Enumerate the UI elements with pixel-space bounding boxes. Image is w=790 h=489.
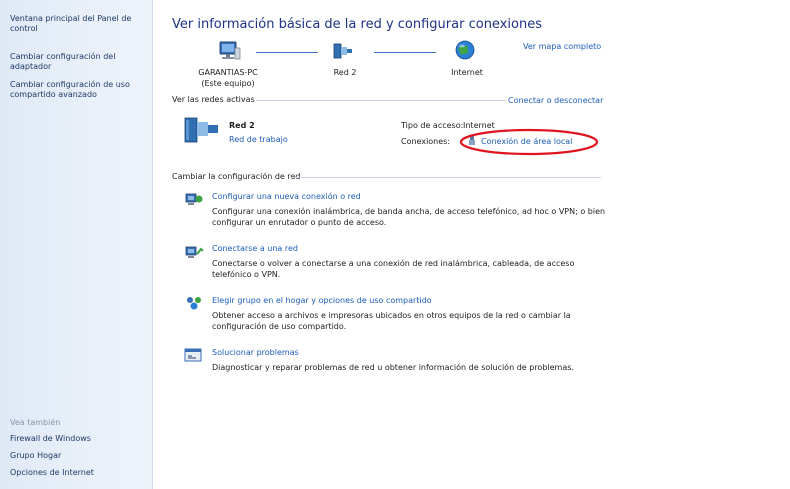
homegroup-sharing-link[interactable]: Elegir grupo en el hogar y opciones de u…: [212, 296, 432, 305]
change-settings-heading: Cambiar la configuración de red: [172, 172, 301, 181]
connect-to-network-description: Conectarse o volver a conectarse a una c…: [212, 259, 575, 279]
setup-connection-description: Configurar una conexión inalámbrica, de …: [212, 207, 606, 227]
control-panel-home-link[interactable]: Ventana principal del Panel de control: [10, 14, 148, 34]
computer-name: GARANTIAS-PC: [198, 68, 258, 77]
change-settings-divider: [290, 177, 601, 178]
connections-label: Conexiones:: [401, 137, 451, 146]
map-link-line-2: [374, 52, 436, 53]
connect-to-network-link[interactable]: Conectarse a una red: [212, 244, 298, 253]
internet-options-link[interactable]: Opciones de Internet: [10, 468, 94, 477]
network-setup-icon: [185, 193, 203, 205]
active-networks-heading: Ver las redes activas: [172, 95, 255, 104]
navigation-pane: Ventana principal del Panel de control C…: [0, 0, 153, 489]
map-network-name: Red 2: [333, 68, 357, 77]
page-title: Ver información básica de la red y confi…: [172, 17, 542, 32]
firewall-link[interactable]: Firewall de Windows: [10, 434, 91, 443]
active-network-name: Red 2: [229, 121, 255, 130]
connect-disconnect-link[interactable]: Conectar o desconectar: [508, 95, 603, 106]
full-map-link[interactable]: Ver mapa completo: [523, 41, 601, 52]
map-link-line-1: [256, 52, 318, 53]
network-connect-icon: [185, 246, 204, 258]
homegroup-icon: [187, 297, 201, 310]
work-network-icon: [184, 117, 218, 143]
globe-icon: [455, 40, 475, 60]
homegroup-sharing-description: Obtener acceso a archivos e impresoras u…: [212, 311, 571, 331]
troubleshoot-icon: [184, 348, 202, 362]
access-type-label: Tipo de acceso:: [401, 121, 464, 130]
map-internet-label: Internet: [451, 68, 483, 77]
network-icon: [333, 43, 352, 59]
troubleshoot-link[interactable]: Solucionar problemas: [212, 348, 299, 357]
active-networks-divider: [256, 100, 506, 101]
troubleshoot-description: Diagnosticar y reparar problemas de red …: [212, 363, 574, 372]
homegroup-link[interactable]: Grupo Hogar: [10, 451, 61, 460]
advanced-sharing-settings-link[interactable]: Cambiar configuración de uso compartido …: [10, 80, 148, 100]
see-also-heading: Vea también: [10, 418, 61, 427]
highlight-ellipse: [459, 128, 599, 156]
network-type-link[interactable]: Red de trabajo: [229, 134, 288, 145]
computer-subtitle: (Este equipo): [201, 79, 255, 88]
computer-icon: [219, 41, 241, 60]
setup-connection-link[interactable]: Configurar una nueva conexión o red: [212, 192, 361, 201]
change-adapter-settings-link[interactable]: Cambiar configuración del adaptador: [10, 52, 148, 72]
